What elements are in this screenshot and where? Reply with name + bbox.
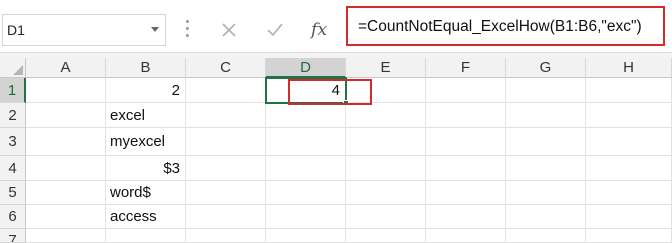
- cell-a2[interactable]: [26, 103, 106, 128]
- cell-b2[interactable]: excel: [106, 103, 186, 128]
- cell-b6[interactable]: access: [106, 205, 186, 229]
- cell-c7[interactable]: [186, 229, 266, 243]
- cell-f2[interactable]: [426, 103, 506, 128]
- cell-g2[interactable]: [506, 103, 586, 128]
- cell-a4[interactable]: [26, 156, 106, 181]
- formula-text: =CountNotEqual_ExcelHow(B1:B6,"exc"): [358, 18, 642, 35]
- cell-h4[interactable]: [586, 156, 672, 181]
- cell-b5[interactable]: word$: [106, 181, 186, 205]
- cell-g7[interactable]: [506, 229, 586, 243]
- cell-c4[interactable]: [186, 156, 266, 181]
- spreadsheet-grid[interactable]: A B C D E F G H 1 2 3 4 5 6 7 2 excel my…: [0, 58, 672, 243]
- row-header-4[interactable]: 4: [0, 156, 26, 181]
- row-header-1[interactable]: 1: [0, 78, 26, 103]
- cell-c1[interactable]: [186, 78, 266, 103]
- cell-g6[interactable]: [506, 205, 586, 229]
- cell-g4[interactable]: [506, 156, 586, 181]
- name-box[interactable]: D1: [2, 14, 166, 46]
- column-header-c[interactable]: C: [186, 58, 266, 78]
- cell-a1[interactable]: [26, 78, 106, 103]
- cell-d3[interactable]: [266, 128, 346, 156]
- row-header-5[interactable]: 5: [0, 181, 26, 205]
- column-header-a[interactable]: A: [26, 58, 106, 78]
- cell-b1[interactable]: 2: [106, 78, 186, 103]
- cell-f1[interactable]: [426, 78, 506, 103]
- formula-bar-area: D1 fx =CountNotEqual_ExcelHow(B1:B6,"exc…: [0, 0, 672, 58]
- cell-b3[interactable]: myexcel: [106, 128, 186, 156]
- cell-f6[interactable]: [426, 205, 506, 229]
- cell-a5[interactable]: [26, 181, 106, 205]
- cell-d7[interactable]: [266, 229, 346, 243]
- cell-h2[interactable]: [586, 103, 672, 128]
- cell-d2[interactable]: [266, 103, 346, 128]
- column-header-g[interactable]: G: [506, 58, 586, 78]
- chevron-down-icon[interactable]: [151, 27, 159, 32]
- column-header-h[interactable]: H: [586, 58, 672, 78]
- enter-button[interactable]: [257, 14, 293, 46]
- select-all-icon: [13, 65, 23, 75]
- cell-f5[interactable]: [426, 181, 506, 205]
- insert-function-button[interactable]: fx: [301, 14, 337, 46]
- check-icon: [267, 23, 283, 37]
- cell-e6[interactable]: [346, 205, 426, 229]
- formula-buttons: fx: [205, 14, 341, 46]
- cell-f3[interactable]: [426, 128, 506, 156]
- cell-e5[interactable]: [346, 181, 426, 205]
- column-header-f[interactable]: F: [426, 58, 506, 78]
- cell-d4[interactable]: [266, 156, 346, 181]
- cell-c2[interactable]: [186, 103, 266, 128]
- cell-h3[interactable]: [586, 128, 672, 156]
- row-header-3[interactable]: 3: [0, 128, 26, 156]
- row-header-7[interactable]: 7: [0, 229, 26, 243]
- cell-a3[interactable]: [26, 128, 106, 156]
- column-header-d[interactable]: D: [266, 58, 346, 78]
- cell-e7[interactable]: [346, 229, 426, 243]
- row-header-6[interactable]: 6: [0, 205, 26, 229]
- cell-h1[interactable]: [586, 78, 672, 103]
- cell-g3[interactable]: [506, 128, 586, 156]
- column-header-e[interactable]: E: [346, 58, 426, 78]
- name-box-value: D1: [7, 22, 25, 38]
- cell-b7[interactable]: [106, 229, 186, 243]
- cell-f7[interactable]: [426, 229, 506, 243]
- cell-h5[interactable]: [586, 181, 672, 205]
- formula-input[interactable]: =CountNotEqual_ExcelHow(B1:B6,"exc"): [346, 6, 665, 46]
- cell-e2[interactable]: [346, 103, 426, 128]
- grip-handle-icon[interactable]: [186, 20, 189, 40]
- cell-a7[interactable]: [26, 229, 106, 243]
- cell-c5[interactable]: [186, 181, 266, 205]
- cell-a6[interactable]: [26, 205, 106, 229]
- cell-e4[interactable]: [346, 156, 426, 181]
- cell-d6[interactable]: [266, 205, 346, 229]
- cell-c6[interactable]: [186, 205, 266, 229]
- cell-b4[interactable]: $3: [106, 156, 186, 181]
- close-icon: [222, 23, 236, 37]
- cell-h7[interactable]: [586, 229, 672, 243]
- cell-g1[interactable]: [506, 78, 586, 103]
- function-icon: fx: [311, 20, 327, 40]
- cell-d5[interactable]: [266, 181, 346, 205]
- cell-h6[interactable]: [586, 205, 672, 229]
- row-header-2[interactable]: 2: [0, 103, 26, 128]
- cell-e3[interactable]: [346, 128, 426, 156]
- cancel-button[interactable]: [211, 14, 247, 46]
- cell-f4[interactable]: [426, 156, 506, 181]
- column-header-b[interactable]: B: [106, 58, 186, 78]
- cell-c3[interactable]: [186, 128, 266, 156]
- select-all-button[interactable]: [0, 58, 26, 78]
- cell-g5[interactable]: [506, 181, 586, 205]
- result-highlight-box: [288, 79, 372, 105]
